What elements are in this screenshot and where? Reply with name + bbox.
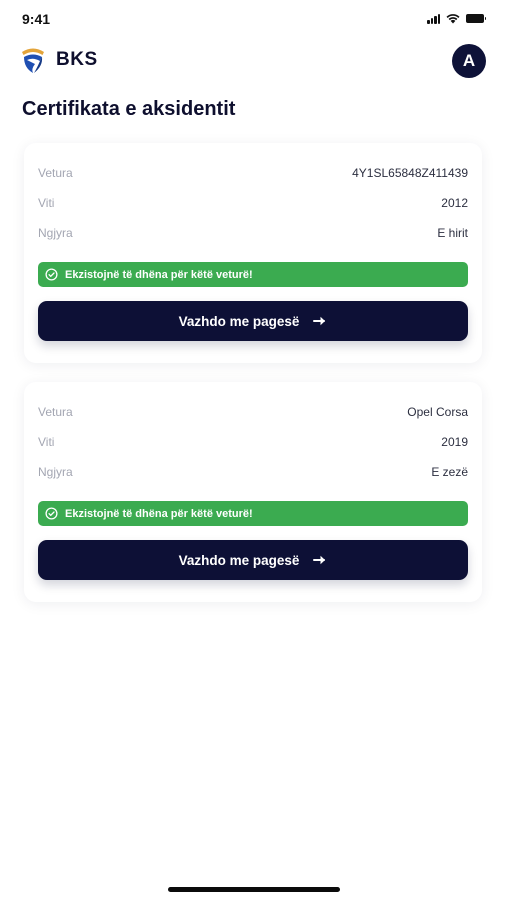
year-value: 2012 — [441, 196, 468, 210]
year-row: Viti 2019 — [38, 432, 468, 452]
alert-text: Ekzistojnë të dhëna për këtë veturë! — [65, 268, 253, 281]
continue-payment-label: Vazhdo me pagesë — [178, 313, 300, 329]
color-value: E hirit — [437, 226, 468, 240]
arrow-right-icon — [313, 555, 326, 565]
alert-text: Ekzistojnë të dhëna për këtë veturë! — [65, 507, 253, 520]
home-indicator[interactable] — [168, 887, 340, 892]
cellular-signal-icon — [427, 13, 440, 24]
vehicle-value: Opel Corsa — [407, 405, 468, 419]
data-exists-alert: Ekzistojnë të dhëna për këtë veturë! — [38, 501, 468, 526]
vehicle-label: Vetura — [38, 166, 73, 180]
arrow-right-icon — [313, 316, 326, 326]
avatar[interactable]: A — [452, 44, 486, 78]
year-value: 2019 — [441, 435, 468, 449]
vehicle-value: 4Y1SL65848Z411439 — [352, 166, 468, 180]
page-title: Certifikata e aksidentit — [22, 98, 236, 120]
color-value: E zezë — [431, 465, 468, 479]
status-icons — [427, 13, 486, 24]
check-circle-icon — [45, 268, 58, 281]
year-label: Viti — [38, 196, 55, 210]
wifi-icon — [446, 14, 460, 24]
color-label: Ngjyra — [38, 465, 73, 479]
shield-logo-icon — [22, 48, 44, 73]
color-row: Ngjyra E zezë — [38, 462, 468, 482]
status-bar: 9:41 — [0, 0, 506, 36]
battery-icon — [466, 14, 486, 23]
app-header: BKS A — [0, 40, 506, 84]
vehicle-row: Vetura 4Y1SL65848Z411439 — [38, 163, 468, 183]
continue-payment-button[interactable]: Vazhdo me pagesë — [38, 301, 468, 341]
vehicle-label: Vetura — [38, 405, 73, 419]
screen: 9:41 BKS A Certifikata e aksidentit Vetu… — [0, 0, 506, 900]
status-time: 9:41 — [22, 11, 51, 27]
year-label: Viti — [38, 435, 55, 449]
color-row: Ngjyra E hirit — [38, 223, 468, 243]
vehicle-row: Vetura Opel Corsa — [38, 402, 468, 422]
brand-logo: BKS — [20, 46, 98, 74]
vehicle-card: Vetura 4Y1SL65848Z411439 Viti 2012 Ngjyr… — [24, 143, 482, 363]
continue-payment-label: Vazhdo me pagesë — [178, 552, 300, 568]
check-circle-icon — [45, 507, 58, 520]
brand-name: BKS — [56, 49, 98, 70]
year-row: Viti 2012 — [38, 193, 468, 213]
continue-payment-button[interactable]: Vazhdo me pagesë — [38, 540, 468, 580]
data-exists-alert: Ekzistojnë të dhëna për këtë veturë! — [38, 262, 468, 287]
color-label: Ngjyra — [38, 226, 73, 240]
vehicle-card: Vetura Opel Corsa Viti 2019 Ngjyra E zez… — [24, 382, 482, 602]
